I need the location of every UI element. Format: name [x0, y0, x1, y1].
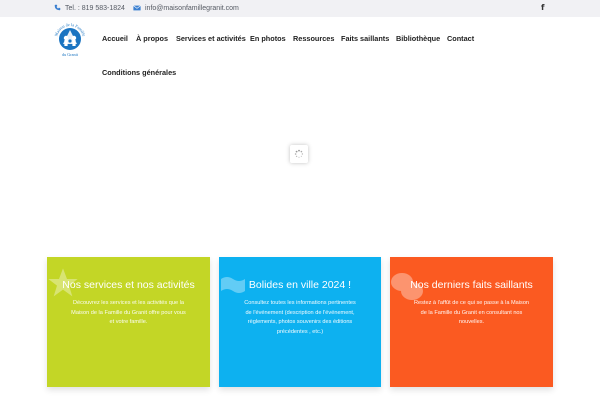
nav-item-conditions[interactable]: Conditions générales	[102, 68, 176, 77]
card-description: Consultez toutes les informations pertin…	[244, 300, 356, 335]
phone-contact[interactable]: Tel. : 819 583-1824	[54, 4, 125, 13]
nav-item-contact[interactable]: Contact	[447, 34, 474, 43]
card-bolides[interactable]: Bolides en ville 2024 ! Consultez toutes…	[219, 257, 381, 387]
card-title: Bolides en ville 2024 !	[248, 279, 352, 291]
site-logo[interactable]: Maison de la Famille du Granit	[52, 22, 88, 60]
nav-item-a-propos[interactable]: À propos	[136, 34, 168, 43]
nav-item-ressources[interactable]: Ressources	[293, 34, 334, 43]
nav-item-bibliotheque[interactable]: Bibliothèque	[396, 34, 440, 43]
card-description: Restez à l'affût de ce qui se passe à la…	[413, 300, 530, 325]
card-faits-saillants[interactable]: Nos derniers faits saillants Restez à l'…	[390, 257, 553, 387]
phone-icon	[54, 4, 61, 13]
envelope-icon	[133, 4, 141, 13]
top-bar: Tel. : 819 583-1824 info@maisonfamillegr…	[0, 0, 600, 17]
phone-text: Tel. : 819 583-1824	[65, 5, 125, 12]
spinner-icon	[294, 149, 304, 158]
email-contact[interactable]: info@maisonfamillegranit.com	[133, 4, 239, 13]
nav-item-faits-saillants[interactable]: Faits saillants	[341, 34, 389, 43]
card-title: Nos derniers faits saillants	[410, 279, 533, 291]
email-text: info@maisonfamillegranit.com	[145, 5, 239, 12]
card-description: Découvrez les services et les activités …	[71, 300, 186, 325]
nav-item-services[interactable]: Services et activités	[176, 34, 246, 43]
loading-spinner	[290, 145, 308, 163]
nav-item-accueil[interactable]: Accueil	[102, 34, 128, 43]
card-title: Nos services et nos activités	[62, 279, 195, 291]
card-services[interactable]: Nos services et nos activités Découvrez …	[47, 257, 210, 387]
nav-item-photos[interactable]: En photos	[250, 34, 286, 43]
svg-text:du Granit: du Granit	[62, 52, 79, 57]
facebook-icon[interactable]: f	[541, 3, 544, 12]
